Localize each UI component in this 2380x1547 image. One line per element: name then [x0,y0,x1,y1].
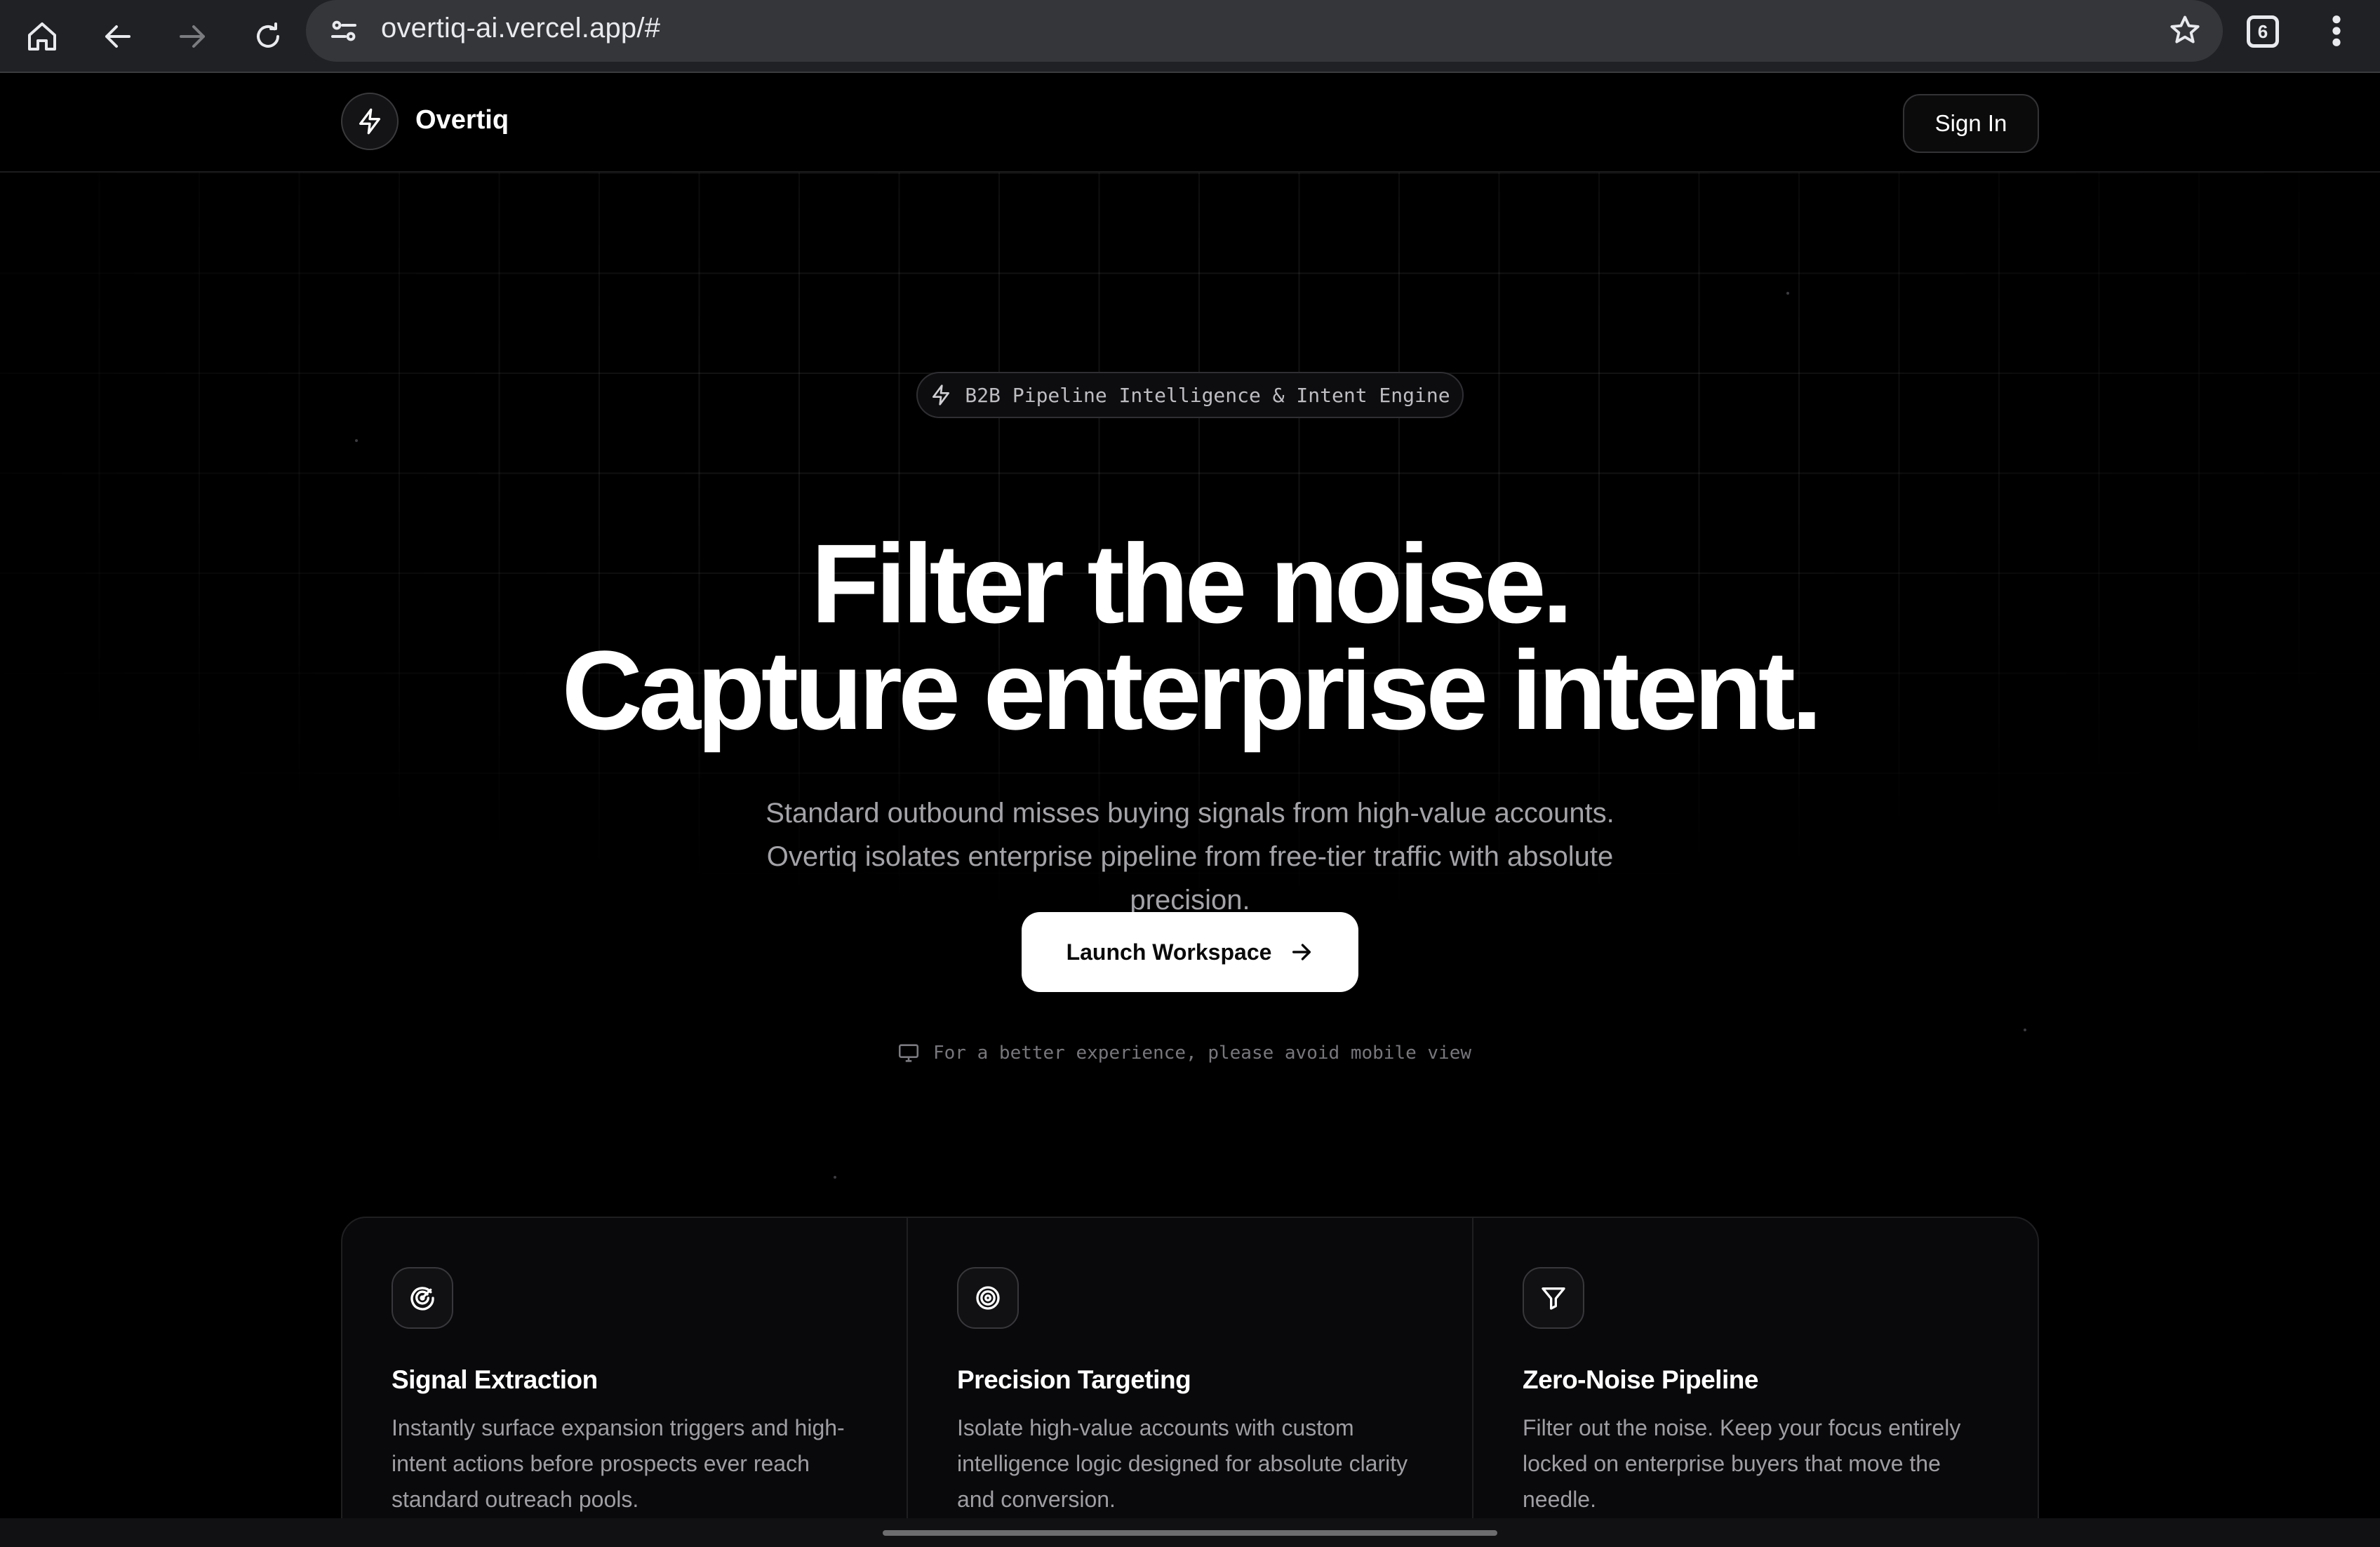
page-viewport: Overtiq Sign In B2B Pipeline Intelligenc… [0,74,2380,1547]
lightning-bolt-icon [359,108,380,135]
tagline-text: B2B Pipeline Intelligence & Intent Engin… [965,383,1450,407]
reload-icon[interactable] [239,7,298,66]
forward-icon[interactable] [163,7,222,66]
feature-description: Instantly surface expansion triggers and… [392,1415,845,1512]
tagline-pill: B2B Pipeline Intelligence & Intent Engin… [916,372,1464,418]
logo[interactable] [341,93,399,150]
hero-headline: Filter the noise. Capture enterprise int… [0,521,2380,753]
monitor-icon [898,1044,919,1062]
browser-toolbar: overtiq-ai.vercel.app/# 6 [0,0,2380,73]
url-text[interactable]: overtiq-ai.vercel.app/# [381,13,660,44]
address-bar[interactable]: overtiq-ai.vercel.app/# [306,0,2223,62]
sign-in-button[interactable]: Sign In [1903,94,2039,153]
feature-description: Filter out the noise. Keep your focus en… [1523,1415,1961,1512]
site-header: Overtiq Sign In [0,74,2380,173]
hero-subtext: Standard outbound misses buying signals … [766,798,1614,916]
funnel-icon [1523,1267,1584,1329]
back-icon[interactable] [88,7,147,66]
feature-card: Signal Extraction Instantly surface expa… [342,1218,908,1547]
feature-title: Zero-Noise Pipeline [1523,1365,1758,1394]
brand-name[interactable]: Overtiq [415,105,509,135]
radar-icon [392,1267,453,1329]
feature-card: Precision Targeting Isolate high-value a… [908,1218,1473,1547]
tab-count-button[interactable]: 6 [2247,15,2279,48]
feature-title: Precision Targeting [957,1365,1191,1394]
feature-title: Signal Extraction [392,1365,598,1394]
feature-card: Zero-Noise Pipeline Filter out the noise… [1473,1218,2038,1547]
mobile-warning: For a better experience, please avoid mo… [897,1041,1471,1065]
particle [1786,292,1789,295]
launch-workspace-button[interactable]: Launch Workspace [1022,912,1358,992]
cta-label: Launch Workspace [1066,939,1272,965]
features-grid: Signal Extraction Instantly surface expa… [341,1217,2039,1547]
site-settings-icon[interactable] [327,14,361,48]
headline-line-2: Capture enterprise intent. [561,627,1822,753]
particle [355,439,358,442]
lightning-bolt-icon [932,384,950,406]
menu-dots-icon[interactable] [2321,11,2352,51]
particle [834,1176,836,1179]
mobile-warning-text: For a better experience, please avoid mo… [933,1043,1472,1064]
arrow-right-icon [1292,944,1311,960]
bookmark-star-icon[interactable] [2167,13,2203,49]
particle [2024,1029,2026,1031]
target-icon [957,1267,1019,1329]
headline-line-1: Filter the noise. [810,521,1573,646]
feature-description: Isolate high-value accounts with custom … [957,1415,1408,1512]
home-icon[interactable] [13,7,72,66]
home-indicator[interactable] [883,1530,1497,1536]
